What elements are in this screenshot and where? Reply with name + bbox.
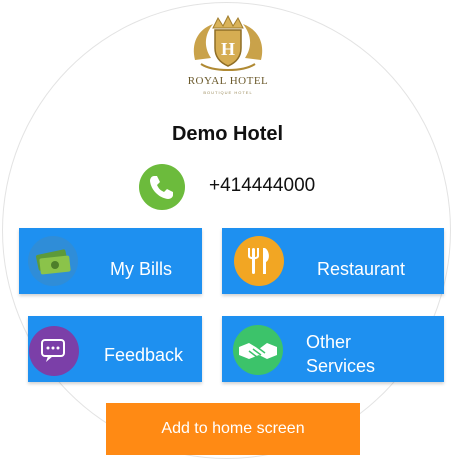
logo-wordmark: ROYAL HOTEL — [187, 75, 269, 87]
phone-number[interactable]: +414444000 — [209, 175, 315, 197]
hotel-name: Demo Hotel — [171, 123, 284, 145]
feedback-icon — [29, 326, 79, 376]
feedback-tile[interactable]: Feedback — [28, 316, 202, 382]
my-bills-label: My Bills — [110, 259, 172, 279]
my-bills-tile[interactable]: My Bills — [19, 228, 202, 294]
svg-text:H: H — [221, 39, 235, 59]
handshake-icon — [233, 325, 283, 375]
restaurant-tile[interactable]: Restaurant — [222, 228, 444, 294]
royal-hotel-logo: H ROYAL HOTEL BOUTIQUE HOTEL — [183, 14, 273, 104]
logo-tagline: BOUTIQUE HOTEL — [203, 90, 253, 95]
other-services-label: Other Services — [306, 332, 376, 376]
phone-icon[interactable] — [139, 164, 185, 210]
money-bills-icon — [28, 236, 78, 286]
hotel-app-screen: H ROYAL HOTEL BOUTIQUE HOTEL Demo Hotel … — [0, 0, 455, 463]
add-to-home-screen-button[interactable]: Add to home screen — [106, 403, 360, 455]
restaurant-label: Restaurant — [317, 259, 406, 279]
feedback-label: Feedback — [104, 345, 184, 365]
other-services-tile[interactable]: Other Services — [222, 316, 444, 382]
crown-crest-icon: H — [193, 14, 263, 72]
fork-knife-icon — [234, 236, 284, 286]
